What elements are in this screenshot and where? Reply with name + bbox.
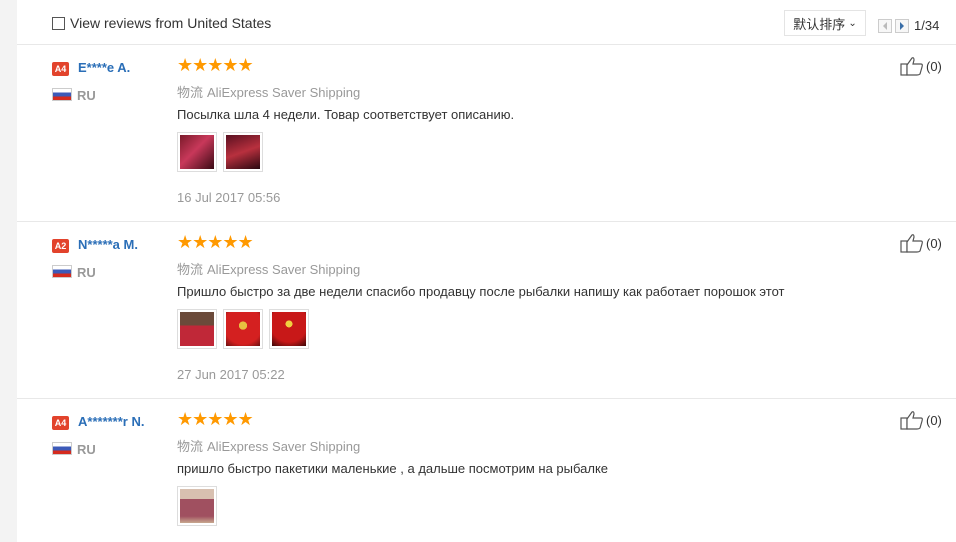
arrow-right-icon bbox=[900, 21, 904, 30]
review-text: Пришло быстро за две недели спасибо прод… bbox=[177, 284, 785, 299]
shipping-info: 物流 AliExpress Saver Shipping bbox=[177, 259, 360, 278]
reviewer-country: RU bbox=[77, 265, 96, 280]
star-rating: ★★★★★ bbox=[177, 55, 254, 75]
thumbs-up-icon bbox=[900, 57, 923, 76]
star-rating: ★★★★★ bbox=[177, 409, 254, 429]
reviewer-name[interactable]: A*******r N. bbox=[78, 414, 144, 429]
page-indicator: 1/34 bbox=[914, 18, 940, 33]
review-item: A4 A*******r N. RU ★★★★★ 物流 AliExpress Sa… bbox=[17, 399, 956, 542]
star-rating: ★★★★★ bbox=[177, 232, 254, 252]
shipping-method: AliExpress Saver Shipping bbox=[207, 85, 361, 100]
shipping-label: 物流 bbox=[177, 262, 204, 277]
shipping-info: 物流 AliExpress Saver Shipping bbox=[177, 436, 360, 455]
review-photos bbox=[177, 309, 315, 349]
buyer-level-badge: A2 bbox=[52, 239, 69, 253]
shipping-label: 物流 bbox=[177, 439, 204, 454]
pagination: 1/34 bbox=[878, 18, 939, 33]
review-photo-thumb[interactable] bbox=[223, 309, 263, 349]
review-photo-thumb[interactable] bbox=[177, 486, 217, 526]
ru-flag-icon bbox=[52, 265, 72, 278]
chevron-down-icon: ⌄ bbox=[848, 17, 857, 29]
helpful-count: (0) bbox=[926, 412, 942, 428]
reviewer-name[interactable]: E****e A. bbox=[78, 60, 130, 75]
review-photo-thumb[interactable] bbox=[269, 309, 309, 349]
buyer-level-badge: A4 bbox=[52, 62, 69, 76]
review-date: 27 Jun 2017 05:22 bbox=[177, 367, 285, 382]
reviewer-country: RU bbox=[77, 88, 96, 103]
filter-label: View reviews from United States bbox=[70, 15, 272, 31]
ru-flag-icon bbox=[52, 88, 72, 101]
review-photos bbox=[177, 486, 223, 526]
thumbs-up-icon bbox=[900, 234, 923, 253]
shipping-info: 物流 AliExpress Saver Shipping bbox=[177, 82, 360, 101]
helpful-button[interactable]: (0) bbox=[900, 233, 942, 253]
reviews-panel: View reviews from United States 默认排序 ⌄ 1… bbox=[17, 0, 956, 542]
arrow-left-icon bbox=[883, 21, 887, 30]
sort-label: 默认排序 bbox=[793, 16, 846, 32]
helpful-count: (0) bbox=[926, 58, 942, 74]
review-item: A4 E****e A. RU ★★★★★ 物流 AliExpress Saver… bbox=[17, 45, 956, 222]
filter-country[interactable]: View reviews from United States bbox=[52, 15, 271, 31]
helpful-button[interactable]: (0) bbox=[900, 410, 942, 430]
review-text: пришло быстро пакетики маленькие , а дал… bbox=[177, 461, 609, 476]
helpful-button[interactable]: (0) bbox=[900, 56, 942, 76]
reviewer-country: RU bbox=[77, 442, 96, 457]
review-item: A2 N*****a M. RU ★★★★★ 物流 AliExpress Save… bbox=[17, 222, 956, 399]
shipping-method: AliExpress Saver Shipping bbox=[207, 439, 361, 454]
review-photo-thumb[interactable] bbox=[177, 309, 217, 349]
reviews-toolbar: View reviews from United States 默认排序 ⌄ 1… bbox=[17, 0, 956, 45]
helpful-count: (0) bbox=[926, 235, 942, 251]
ru-flag-icon bbox=[52, 442, 72, 455]
review-photo-thumb[interactable] bbox=[223, 132, 263, 172]
thumbs-up-icon bbox=[900, 411, 923, 430]
review-photos bbox=[177, 132, 269, 172]
shipping-label: 物流 bbox=[177, 85, 204, 100]
filter-checkbox[interactable] bbox=[52, 16, 65, 30]
shipping-method: AliExpress Saver Shipping bbox=[207, 262, 361, 277]
review-photo-thumb[interactable] bbox=[177, 132, 217, 172]
review-text: Посылка шла 4 недели. Товар соответствуе… bbox=[177, 107, 515, 122]
sort-dropdown[interactable]: 默认排序 ⌄ bbox=[784, 10, 866, 36]
next-page-button[interactable] bbox=[895, 18, 909, 33]
buyer-level-badge: A4 bbox=[52, 416, 69, 430]
prev-page-button[interactable] bbox=[878, 18, 892, 33]
review-date: 16 Jul 2017 05:56 bbox=[177, 190, 281, 205]
reviewer-name[interactable]: N*****a M. bbox=[78, 237, 138, 252]
